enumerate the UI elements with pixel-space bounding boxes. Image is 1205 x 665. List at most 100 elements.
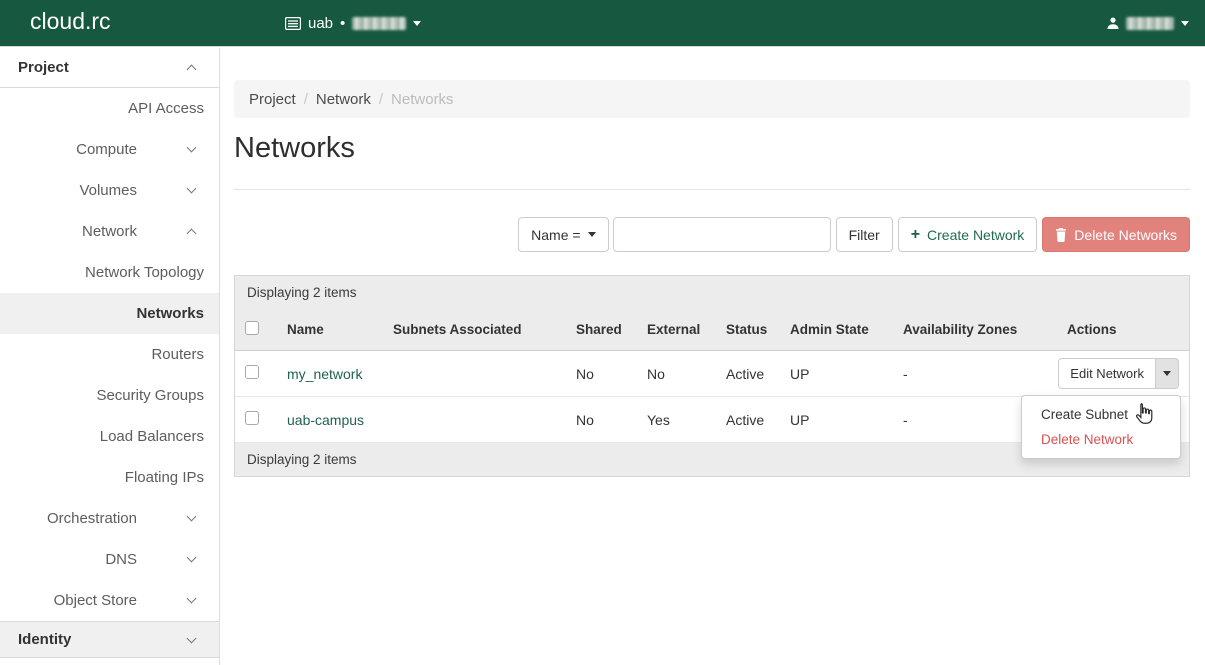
user-menu[interactable] bbox=[1107, 0, 1189, 46]
menu-item-create-subnet[interactable]: Create Subnet bbox=[1022, 402, 1180, 427]
sidebar-item-label: DNS bbox=[105, 551, 137, 568]
sidebar-section-label: Identity bbox=[18, 631, 71, 648]
page-title: Networks bbox=[234, 132, 1190, 165]
breadcrumb: Project / Network / Networks bbox=[234, 80, 1190, 118]
sidebar: Project API Access Compute Volumes Netwo… bbox=[0, 48, 220, 665]
context-project-label: uab bbox=[308, 15, 333, 32]
sidebar-item-networks[interactable]: Networks bbox=[0, 293, 219, 334]
table-toolbar: Name = Filter + Create Network Delete Ne… bbox=[234, 217, 1190, 252]
brand-logo[interactable]: cloud.rc bbox=[30, 8, 111, 35]
chevron-down-icon bbox=[187, 553, 197, 563]
sidebar-item-compute[interactable]: Compute bbox=[0, 129, 219, 170]
col-header-actions: Actions bbox=[1057, 309, 1189, 351]
sidebar-item-floating-ips[interactable]: Floating IPs bbox=[0, 457, 219, 498]
edit-network-button[interactable]: Edit Network bbox=[1058, 358, 1156, 389]
create-network-button[interactable]: + Create Network bbox=[898, 217, 1038, 252]
chevron-up-icon bbox=[187, 229, 197, 239]
cell-status: Active bbox=[716, 351, 780, 397]
sidebar-item-label: Routers bbox=[151, 346, 204, 363]
chevron-down-icon bbox=[413, 21, 421, 26]
sidebar-item-network[interactable]: Network bbox=[0, 211, 219, 252]
actions-caret-button[interactable] bbox=[1155, 358, 1179, 389]
breadcrumb-networks-current: Networks bbox=[391, 91, 454, 108]
list-icon bbox=[285, 17, 301, 30]
cell-shared: No bbox=[566, 397, 637, 443]
sidebar-item-label: Networks bbox=[136, 305, 204, 322]
sidebar-item-label: Network bbox=[82, 223, 137, 240]
trash-icon bbox=[1055, 228, 1067, 242]
cell-external: No bbox=[637, 351, 716, 397]
col-header-admin-state: Admin State bbox=[780, 309, 893, 351]
search-input[interactable] bbox=[613, 217, 831, 252]
main-content: Project / Network / Networks Networks Na… bbox=[220, 47, 1205, 665]
sidebar-item-dns[interactable]: DNS bbox=[0, 539, 219, 580]
menu-item-delete-network[interactable]: Delete Network bbox=[1022, 427, 1180, 452]
select-all-checkbox[interactable] bbox=[245, 321, 259, 335]
filter-field-label: Name = bbox=[531, 227, 580, 243]
breadcrumb-project[interactable]: Project bbox=[249, 91, 296, 108]
page-header: Networks bbox=[234, 132, 1190, 190]
row-checkbox[interactable] bbox=[245, 365, 259, 379]
sidebar-item-label: Compute bbox=[76, 141, 137, 158]
redacted-username bbox=[1126, 17, 1174, 30]
cell-admin-state: UP bbox=[780, 397, 893, 443]
chevron-down-icon bbox=[187, 184, 197, 194]
cell-admin-state: UP bbox=[780, 351, 893, 397]
cell-subnets bbox=[383, 397, 566, 443]
cell-subnets bbox=[383, 351, 566, 397]
table-row: my_network No No Active UP - Edit Networ… bbox=[235, 351, 1189, 397]
chevron-down-icon bbox=[588, 232, 596, 237]
network-name-link[interactable]: uab-campus bbox=[287, 412, 364, 428]
row-actions-dropdown-menu: Create Subnet Delete Network bbox=[1021, 395, 1181, 459]
chevron-down-icon bbox=[187, 143, 197, 153]
sidebar-section-identity[interactable]: Identity bbox=[0, 621, 219, 658]
sidebar-item-label: Volumes bbox=[79, 182, 137, 199]
top-navbar: cloud.rc uab • bbox=[0, 0, 1205, 47]
col-header-shared: Shared bbox=[566, 309, 637, 351]
table-caption-top: Displaying 2 items bbox=[235, 276, 1189, 309]
project-context-switcher[interactable]: uab • bbox=[285, 0, 421, 46]
chevron-down-icon bbox=[1181, 21, 1189, 26]
sidebar-item-volumes[interactable]: Volumes bbox=[0, 170, 219, 211]
chevron-down-icon bbox=[187, 594, 197, 604]
create-network-label: Create Network bbox=[927, 227, 1024, 243]
sidebar-item-api-access[interactable]: API Access bbox=[0, 88, 219, 129]
breadcrumb-network[interactable]: Network bbox=[316, 91, 371, 108]
sidebar-section-label: Project bbox=[18, 59, 69, 76]
sidebar-item-security-groups[interactable]: Security Groups bbox=[0, 375, 219, 416]
table-header-row: Name Subnets Associated Shared External … bbox=[235, 309, 1189, 351]
col-header-external: External bbox=[637, 309, 716, 351]
sidebar-item-label: Orchestration bbox=[47, 510, 137, 527]
col-header-availability-zones: Availability Zones bbox=[893, 309, 1057, 351]
sidebar-item-object-store[interactable]: Object Store bbox=[0, 580, 219, 621]
sidebar-item-label: Security Groups bbox=[96, 387, 204, 404]
sidebar-item-orchestration[interactable]: Orchestration bbox=[0, 498, 219, 539]
plus-icon: + bbox=[911, 226, 920, 244]
row-checkbox[interactable] bbox=[245, 411, 259, 425]
network-name-link[interactable]: my_network bbox=[287, 366, 362, 382]
cell-availability-zones: - bbox=[893, 351, 1057, 397]
chevron-down-icon bbox=[187, 634, 197, 644]
user-icon bbox=[1107, 17, 1119, 29]
row-actions-split-button: Edit Network bbox=[1058, 358, 1179, 389]
chevron-up-icon bbox=[187, 65, 197, 75]
sidebar-item-label: Object Store bbox=[54, 592, 137, 609]
sidebar-section-project[interactable]: Project bbox=[0, 48, 219, 88]
cell-external: Yes bbox=[637, 397, 716, 443]
sidebar-item-network-topology[interactable]: Network Topology bbox=[0, 252, 219, 293]
delete-networks-button[interactable]: Delete Networks bbox=[1042, 217, 1190, 252]
filter-button-label: Filter bbox=[849, 227, 880, 243]
sidebar-item-routers[interactable]: Routers bbox=[0, 334, 219, 375]
chevron-down-icon bbox=[1163, 371, 1171, 376]
sidebar-item-label: Load Balancers bbox=[100, 428, 204, 445]
filter-field-dropdown[interactable]: Name = bbox=[518, 217, 608, 252]
sidebar-item-load-balancers[interactable]: Load Balancers bbox=[0, 416, 219, 457]
redacted-project-name bbox=[352, 17, 406, 30]
chevron-down-icon bbox=[187, 512, 197, 522]
delete-networks-label: Delete Networks bbox=[1074, 227, 1177, 243]
filter-button[interactable]: Filter bbox=[836, 217, 893, 252]
cell-shared: No bbox=[566, 351, 637, 397]
cell-status: Active bbox=[716, 397, 780, 443]
sidebar-item-label: API Access bbox=[128, 100, 204, 117]
networks-table: Displaying 2 items Name Subnets Associat… bbox=[234, 275, 1190, 477]
